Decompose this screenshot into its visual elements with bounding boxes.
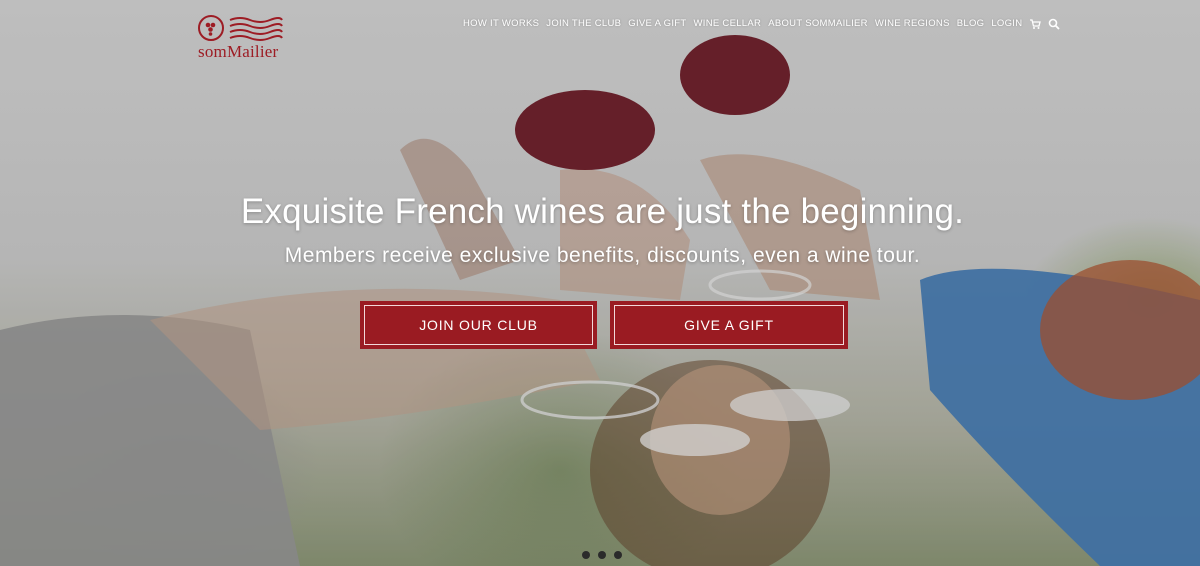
main-nav: HOW IT WORKS JOIN THE CLUB GIVE A GIFT W… [463, 17, 1061, 30]
nav-about-sommailier[interactable]: ABOUT SOMMAILIER [768, 18, 868, 29]
nav-give-a-gift[interactable]: GIVE A GIFT [628, 18, 686, 29]
brand-logo[interactable]: somMailier [198, 14, 288, 64]
nav-how-it-works[interactable]: HOW IT WORKS [463, 18, 539, 29]
nav-join-the-club[interactable]: JOIN THE CLUB [546, 18, 621, 29]
hero-overlay [0, 0, 1200, 566]
give-a-gift-button[interactable]: GIVE A GIFT [610, 301, 848, 349]
logo-grape-icon [198, 15, 283, 41]
cart-icon[interactable] [1029, 17, 1042, 29]
join-our-club-button[interactable]: JOIN OUR CLUB [360, 301, 597, 349]
brand-name: somMailier [198, 42, 279, 61]
join-our-club-label: JOIN OUR CLUB [364, 305, 593, 345]
search-icon[interactable] [1048, 17, 1061, 30]
hero-subheadline: Members receive exclusive benefits, disc… [284, 244, 921, 267]
nav-wine-cellar[interactable]: WINE CELLAR [693, 18, 761, 29]
slider-dots [582, 551, 622, 559]
nav-blog[interactable]: BLOG [957, 18, 985, 29]
slider-dot-3[interactable] [614, 551, 622, 559]
give-a-gift-label: GIVE A GIFT [614, 305, 844, 345]
slider-dot-1[interactable] [582, 551, 590, 559]
hero-headline: Exquisite French wines are just the begi… [240, 192, 965, 231]
slider-dot-2[interactable] [598, 551, 606, 559]
hero-section [0, 0, 1200, 566]
nav-login[interactable]: LOGIN [991, 18, 1022, 29]
nav-wine-regions[interactable]: WINE REGIONS [875, 18, 950, 29]
